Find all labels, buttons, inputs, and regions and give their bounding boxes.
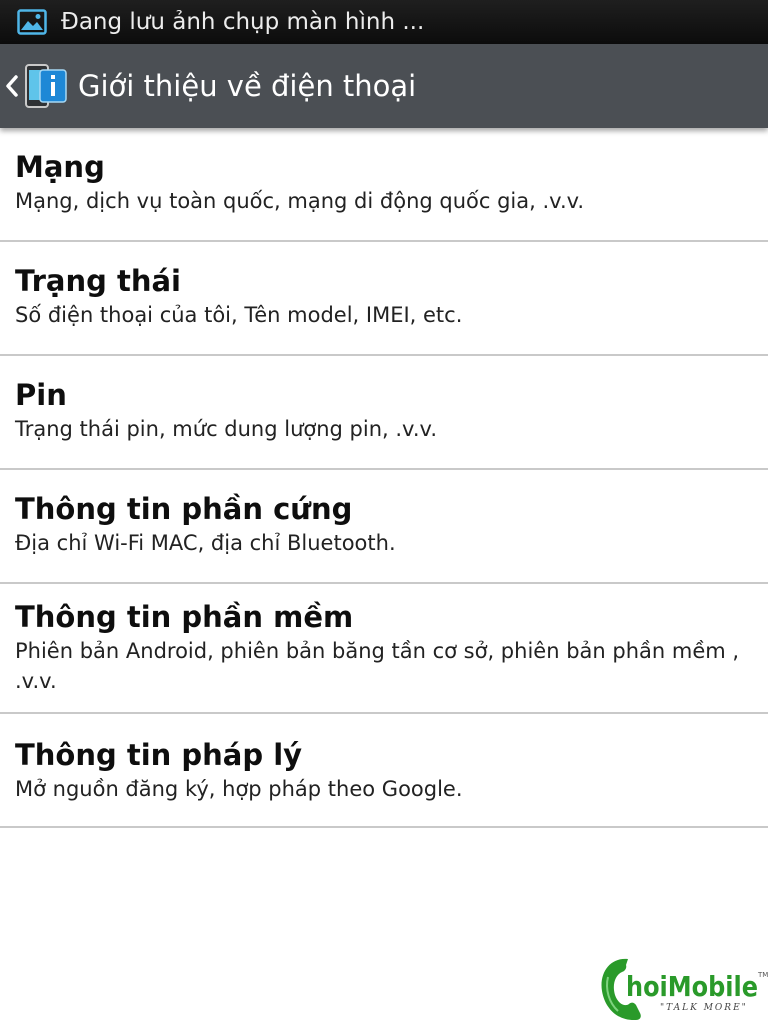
gallery-image-icon xyxy=(17,9,47,35)
notification-text: Đang lưu ảnh chụp màn hình ... xyxy=(61,9,425,35)
svg-text:"TALK MORE": "TALK MORE" xyxy=(660,1003,748,1013)
item-title: Thông tin pháp lý xyxy=(15,738,303,772)
item-summary: Phiên bản Android, phiên bản băng tần cơ… xyxy=(15,639,740,693)
item-summary: Trạng thái pin, mức dung lượng pin, .v.v… xyxy=(15,417,437,441)
action-bar: Giới thiệu về điện thoại xyxy=(0,44,768,128)
item-title: Thông tin phần mềm xyxy=(15,600,354,634)
item-summary: Số điện thoại của tôi, Tên model, IMEI, … xyxy=(15,303,463,327)
item-summary: Mạng, dịch vụ toàn quốc, mạng di động qu… xyxy=(15,189,585,213)
item-summary: Mở nguồn đăng ký, hợp pháp theo Google. xyxy=(15,777,463,801)
item-summary: Địa chỉ Wi-Fi MAC, địa chỉ Bluetooth. xyxy=(15,531,396,555)
choimobile-watermark: hoiMobile TM "TALK MORE" xyxy=(598,955,768,1024)
item-title: Pin xyxy=(15,378,67,412)
choimobile-logo: hoiMobile TM "TALK MORE" xyxy=(601,958,768,1021)
svg-text:TM: TM xyxy=(757,971,768,979)
list-item-battery[interactable]: Pin Trạng thái pin, mức dung lượng pin, … xyxy=(0,356,768,470)
chevron-left-icon xyxy=(6,75,18,97)
status-bar[interactable]: Đang lưu ảnh chụp màn hình ... xyxy=(0,0,768,44)
settings-list: Mạng Mạng, dịch vụ toàn quốc, mạng di độ… xyxy=(0,128,768,828)
up-navigation-button[interactable] xyxy=(0,44,68,128)
list-item-hardware-info[interactable]: Thông tin phần cứng Địa chỉ Wi-Fi MAC, đ… xyxy=(0,470,768,584)
item-title: Thông tin phần cứng xyxy=(15,492,353,526)
svg-text:hoiMobile: hoiMobile xyxy=(626,970,758,1003)
list-item-software-info[interactable]: Thông tin phần mềm Phiên bản Android, ph… xyxy=(0,584,768,714)
list-item-network[interactable]: Mạng Mạng, dịch vụ toàn quốc, mạng di độ… xyxy=(0,128,768,242)
list-item-legal-info[interactable]: Thông tin pháp lý Mở nguồn đăng ký, hợp … xyxy=(0,714,768,828)
screen-title: Giới thiệu về điện thoại xyxy=(78,69,417,103)
phone-info-icon xyxy=(25,64,67,108)
list-item-status[interactable]: Trạng thái Số điện thoại của tôi, Tên mo… xyxy=(0,242,768,356)
item-title: Trạng thái xyxy=(15,264,181,298)
item-title: Mạng xyxy=(15,150,105,184)
